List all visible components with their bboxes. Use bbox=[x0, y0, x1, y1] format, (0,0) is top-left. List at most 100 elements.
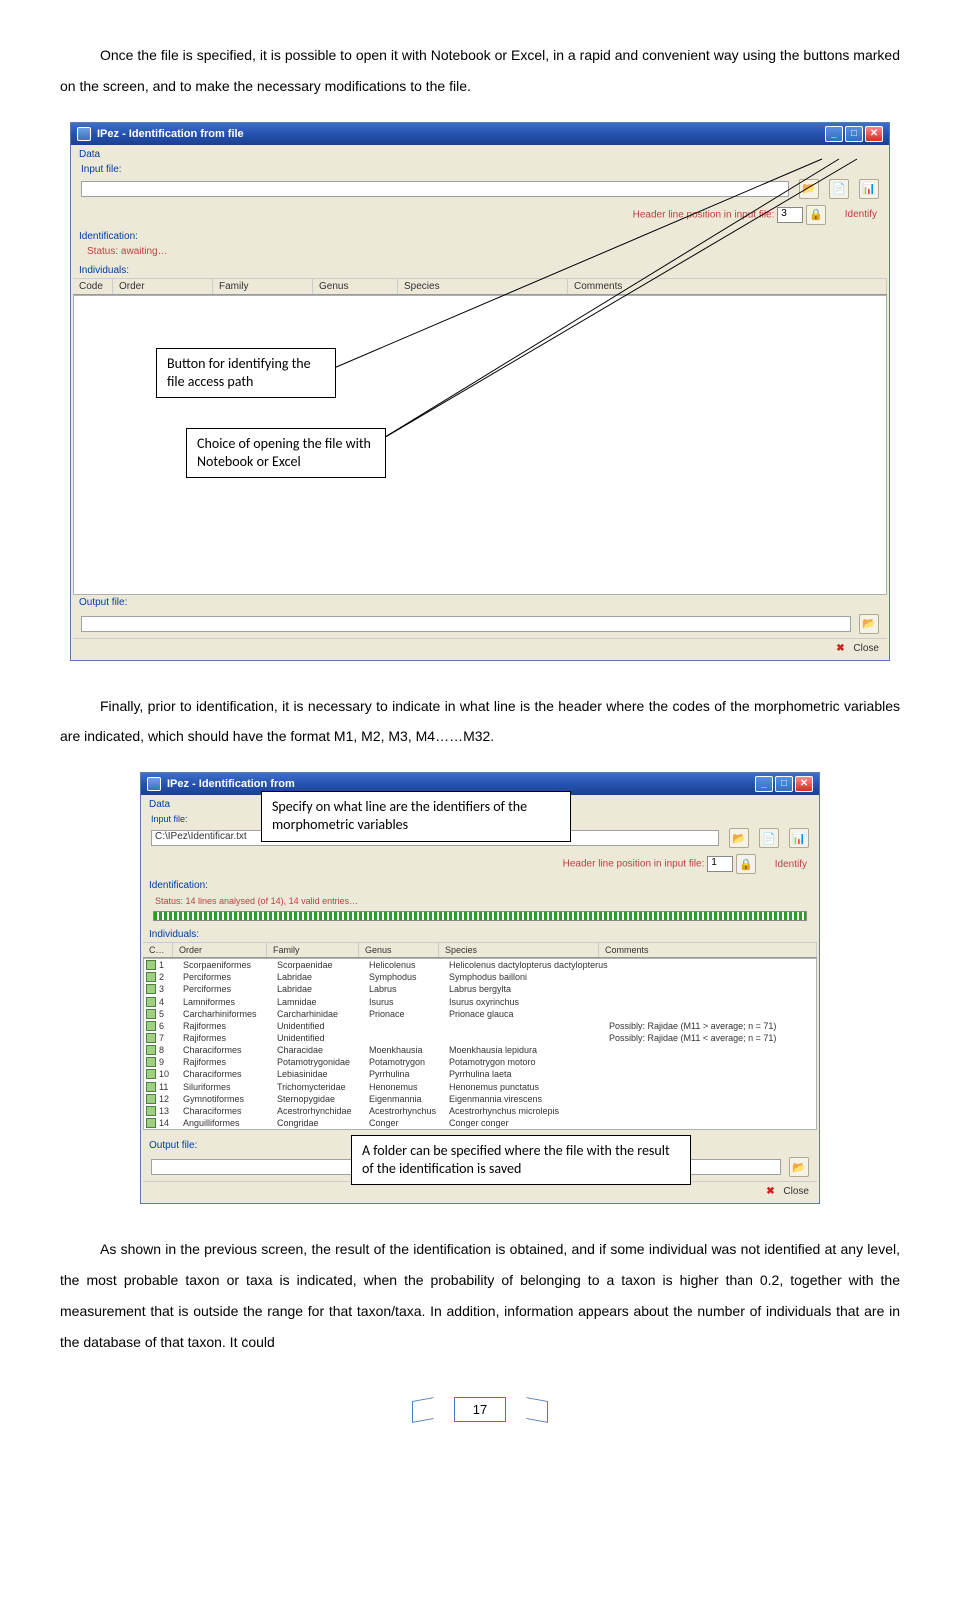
col-code[interactable]: C… bbox=[143, 943, 173, 957]
col-family[interactable]: Family bbox=[267, 943, 359, 957]
close-icon: ✖ bbox=[766, 1186, 774, 1197]
page-number-ribbon: 17 bbox=[420, 1397, 540, 1422]
callout-output-folder: A folder can be specified where the file… bbox=[351, 1135, 691, 1185]
row-icon bbox=[146, 984, 156, 994]
cell-order: Gymnotiformes bbox=[183, 1093, 277, 1105]
header-position-spinner[interactable]: 3 bbox=[777, 207, 803, 223]
col-species[interactable]: Species bbox=[398, 279, 568, 294]
cell-comments bbox=[609, 971, 814, 983]
cell-code: 6 bbox=[159, 1020, 183, 1032]
col-code[interactable]: Code bbox=[73, 279, 113, 294]
open-notebook-button[interactable]: 📄 bbox=[829, 179, 849, 199]
cell-family: Carcharhinidae bbox=[277, 1008, 369, 1020]
open-notebook-button[interactable]: 📄 bbox=[759, 828, 779, 848]
table-row[interactable]: 8CharaciformesCharacidaeMoenkhausiaMoenk… bbox=[144, 1044, 816, 1056]
header-pos-help-button[interactable]: 🔒 bbox=[806, 205, 826, 225]
cell-genus: Eigenmannia bbox=[369, 1093, 449, 1105]
window-title: IPez - Identification from file bbox=[97, 128, 244, 140]
cell-code: 1 bbox=[159, 959, 183, 971]
table-row[interactable]: 10CharaciformesLebiasinidaePyrrhulinaPyr… bbox=[144, 1068, 816, 1080]
row-icon bbox=[146, 1009, 156, 1019]
cell-code: 4 bbox=[159, 996, 183, 1008]
close-window-button[interactable]: ✕ bbox=[795, 776, 813, 792]
cell-order: Characiformes bbox=[183, 1068, 277, 1080]
maximize-button[interactable]: □ bbox=[775, 776, 793, 792]
browse-output-button[interactable]: 📂 bbox=[859, 614, 879, 634]
cell-order: Carcharhiniformes bbox=[183, 1008, 277, 1020]
col-comments[interactable]: Comments bbox=[599, 943, 817, 957]
open-excel-button[interactable]: 📊 bbox=[859, 179, 879, 199]
table-row[interactable]: 13CharaciformesAcestrorhynchidaeAcestror… bbox=[144, 1105, 816, 1117]
header-pos-help-button[interactable]: 🔒 bbox=[736, 854, 756, 874]
col-genus[interactable]: Genus bbox=[359, 943, 439, 957]
table-row[interactable]: 3PerciformesLabridaeLabrusLabrus bergylt… bbox=[144, 983, 816, 995]
row-icon bbox=[146, 1082, 156, 1092]
cell-code: 8 bbox=[159, 1044, 183, 1056]
cell-species: Henonemus punctatus bbox=[449, 1081, 609, 1093]
cell-species: Prionace glauca bbox=[449, 1008, 609, 1020]
input-file-label: Input file: bbox=[151, 814, 188, 824]
identify-button[interactable]: Identify bbox=[775, 859, 807, 870]
col-comments[interactable]: Comments bbox=[568, 279, 887, 294]
cell-family: Lebiasinidae bbox=[277, 1068, 369, 1080]
cell-comments bbox=[609, 1068, 814, 1080]
browse-file-button[interactable]: 📂 bbox=[729, 828, 749, 848]
cell-comments bbox=[609, 1117, 814, 1129]
table-row[interactable]: 11SiluriformesTrichomycteridaeHenonemusH… bbox=[144, 1081, 816, 1093]
open-excel-button[interactable]: 📊 bbox=[789, 828, 809, 848]
table-row[interactable]: 12GymnotiformesSternopygidaeEigenmanniaE… bbox=[144, 1093, 816, 1105]
input-file-field[interactable] bbox=[81, 181, 789, 197]
cell-genus: Conger bbox=[369, 1117, 449, 1129]
table-row[interactable]: 2PerciformesLabridaeSymphodusSymphodus b… bbox=[144, 971, 816, 983]
cell-code: 7 bbox=[159, 1032, 183, 1044]
window-title-2: IPez - Identification from bbox=[167, 778, 295, 790]
cell-family: Congridae bbox=[277, 1117, 369, 1129]
close-button[interactable]: Close bbox=[853, 643, 879, 654]
cell-order: Rajiformes bbox=[183, 1032, 277, 1044]
identify-button[interactable]: Identify bbox=[845, 209, 877, 220]
header-position-label: Header line position in input file: bbox=[633, 209, 775, 220]
table-row[interactable]: 7RajiformesUnidentifiedPossibly: Rajidae… bbox=[144, 1032, 816, 1044]
minimize-button[interactable]: _ bbox=[755, 776, 773, 792]
callout-open-with: Choice of opening the file with Notebook… bbox=[186, 428, 386, 478]
app-icon bbox=[147, 777, 161, 791]
cell-genus: Henonemus bbox=[369, 1081, 449, 1093]
cell-comments bbox=[609, 1105, 814, 1117]
cell-code: 10 bbox=[159, 1068, 183, 1080]
cell-comments bbox=[609, 1093, 814, 1105]
table-row[interactable]: 14AnguilliformesCongridaeCongerConger co… bbox=[144, 1117, 816, 1129]
table-row[interactable]: 6RajiformesUnidentifiedPossibly: Rajidae… bbox=[144, 1020, 816, 1032]
col-order[interactable]: Order bbox=[173, 943, 267, 957]
screenshot-1: IPez - Identification from file _ □ ✕ Da… bbox=[70, 122, 890, 661]
cell-comments bbox=[609, 1056, 814, 1068]
row-icon bbox=[146, 972, 156, 982]
cell-comments bbox=[609, 996, 814, 1008]
col-species[interactable]: Species bbox=[439, 943, 599, 957]
cell-order: Rajiformes bbox=[183, 1056, 277, 1068]
close-window-button[interactable]: ✕ bbox=[865, 126, 883, 142]
table-row[interactable]: 5CarcharhiniformesCarcharhinidae Prionace… bbox=[144, 1008, 816, 1020]
col-genus[interactable]: Genus bbox=[313, 279, 398, 294]
col-family[interactable]: Family bbox=[213, 279, 313, 294]
maximize-button[interactable]: □ bbox=[845, 126, 863, 142]
close-button[interactable]: Close bbox=[783, 1186, 809, 1197]
header-position-spinner[interactable]: 1 bbox=[707, 856, 733, 872]
cell-code: 14 bbox=[159, 1117, 183, 1129]
app-icon bbox=[77, 127, 91, 141]
table-row[interactable]: 1ScorpaeniformesScorpaenidaeHelicolenusH… bbox=[144, 959, 816, 971]
minimize-button[interactable]: _ bbox=[825, 126, 843, 142]
col-order[interactable]: Order bbox=[113, 279, 213, 294]
table-row[interactable]: 4LamniformesLamnidaeIsurusIsurus oxyrinc… bbox=[144, 996, 816, 1008]
cell-genus: Moenkhausia bbox=[369, 1044, 449, 1056]
table-row[interactable]: 9RajiformesPotamotrygonidaePotamotrygonP… bbox=[144, 1056, 816, 1068]
row-icon bbox=[146, 1045, 156, 1055]
cell-code: 9 bbox=[159, 1056, 183, 1068]
cell-code: 5 bbox=[159, 1008, 183, 1020]
output-file-field[interactable] bbox=[81, 616, 851, 632]
cell-family: Scorpaenidae bbox=[277, 959, 369, 971]
cell-order: Perciformes bbox=[183, 971, 277, 983]
identification-section-label: Identification: bbox=[143, 878, 817, 893]
callout-header-line: Specify on what line are the identifiers… bbox=[261, 791, 571, 841]
browse-file-button[interactable]: 📂 bbox=[799, 179, 819, 199]
browse-output-button[interactable]: 📂 bbox=[789, 1157, 809, 1177]
